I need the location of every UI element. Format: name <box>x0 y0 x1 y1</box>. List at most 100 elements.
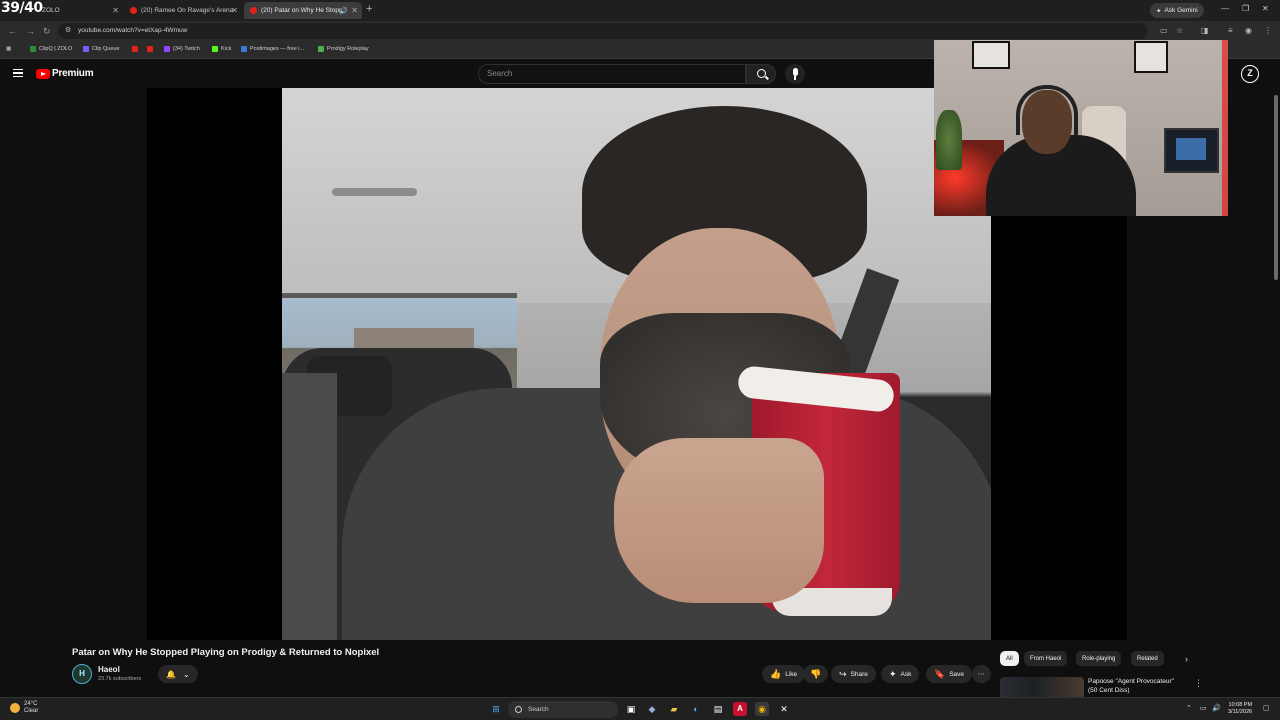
search-button[interactable] <box>746 64 776 84</box>
menu-icon[interactable]: ⋮ <box>1264 26 1272 35</box>
more-vertical-icon[interactable]: ⋮ <box>1194 678 1203 689</box>
bookmark-star-icon[interactable]: ☆ <box>1176 26 1183 35</box>
bookmark-postimages[interactable]: Postimages — free i... <box>241 46 304 52</box>
task-view-icon[interactable]: ▣ <box>624 702 638 716</box>
recommended-thumbnail[interactable] <box>1000 677 1084 697</box>
new-tab-icon[interactable]: + <box>366 3 372 15</box>
forward-icon[interactable]: → <box>26 26 35 36</box>
wall-art-frame <box>1134 41 1168 73</box>
chevron-up-icon[interactable]: ⌃ <box>1186 704 1192 712</box>
weather-widget[interactable]: 24°C Clear <box>10 701 38 715</box>
bookmark-prodigy[interactable]: Prodigy Roleplay <box>318 46 369 52</box>
subscriber-count: 23.7k subscribers <box>98 676 142 682</box>
save-label: Save <box>949 670 965 678</box>
recommended-title[interactable]: Papoose "Agent Provocateur" (50 Cent Dis… <box>1088 677 1183 695</box>
copilot-icon[interactable]: ◆ <box>645 702 659 716</box>
video-frame[interactable] <box>282 88 991 640</box>
back-icon[interactable]: ← <box>8 26 17 36</box>
youtube-favicon-icon <box>132 46 138 52</box>
close-window-icon[interactable]: ✕ <box>1262 4 1269 13</box>
bookmark-youtube-2[interactable] <box>147 46 156 52</box>
extensions-icon[interactable]: ≡ <box>1228 26 1233 35</box>
youtube-brand[interactable]: Premium <box>52 68 94 79</box>
sun-visor <box>332 188 417 196</box>
speaker-icon[interactable]: 🔊 <box>1212 704 1221 712</box>
windows-start-icon[interactable]: ⊞ <box>489 702 503 716</box>
page-scrollbar[interactable] <box>1274 95 1278 280</box>
share-button[interactable]: ↪ Share <box>831 665 876 683</box>
system-clock[interactable]: 10:08 PM 3/11/2026 <box>1228 702 1252 716</box>
bell-icon: 🔔 <box>166 669 177 679</box>
adobe-icon[interactable]: A <box>733 702 747 716</box>
clock-time: 10:08 PM <box>1228 702 1253 708</box>
more-actions-button[interactable]: ⋯ <box>972 665 991 683</box>
ask-gemini-button[interactable]: ✦ Ask Gemini <box>1150 3 1204 18</box>
bookmark-twitch[interactable]: (34) Twitch <box>164 46 200 52</box>
chrome-icon[interactable]: ◉ <box>755 702 769 716</box>
plant <box>936 110 962 170</box>
capcut-icon[interactable]: ✕ <box>777 702 791 716</box>
video-title: Patar on Why He Stopped Playing on Prodi… <box>72 647 380 658</box>
ask-button[interactable]: ✦ Ask <box>881 665 920 683</box>
weather-temp: 24°C <box>24 701 38 707</box>
bookmark-clipq[interactable]: ClipQ | ZOLO <box>30 46 72 52</box>
youtube-favicon-icon <box>250 7 257 14</box>
kick-icon <box>212 46 218 52</box>
sparkle-icon: ✦ <box>1156 7 1162 15</box>
maximize-icon[interactable]: ❐ <box>1242 4 1249 13</box>
close-icon[interactable]: ✕ <box>112 6 119 15</box>
network-icon[interactable]: ▭ <box>1200 704 1207 712</box>
bookmark-label: ClipQ | ZOLO <box>39 46 73 52</box>
bookmark-icon: 🔖 <box>934 668 946 679</box>
bookmark-kick[interactable]: Kick <box>212 46 231 52</box>
cast-icon[interactable]: ▭ <box>1160 26 1168 35</box>
taskbar-search[interactable]: Search <box>508 701 618 718</box>
bookmark-label: Kick <box>221 46 232 52</box>
bookmark-label: Clip Queue <box>92 46 120 52</box>
chip-related[interactable]: Related <box>1131 651 1164 666</box>
channel-name[interactable]: Haeol <box>98 665 120 674</box>
leaf-icon <box>318 46 324 52</box>
hamburger-menu-icon[interactable] <box>13 69 23 77</box>
bookmark-clip-queue[interactable]: Clip Queue <box>83 46 120 52</box>
store-icon[interactable]: ▤ <box>711 702 725 716</box>
tab-ramee[interactable]: (20) Ramee On Ravage's Arena ✕ <box>124 2 242 19</box>
close-icon[interactable]: ✕ <box>351 6 358 15</box>
apps-icon[interactable]: ▦ <box>6 46 11 52</box>
search-input[interactable]: Search <box>478 64 746 84</box>
chip-all[interactable]: All <box>1000 651 1019 666</box>
weather-desc: Clear <box>24 708 39 714</box>
bookmark-youtube-1[interactable] <box>132 46 141 52</box>
chevron-right-icon[interactable]: › <box>1185 654 1188 664</box>
minimize-icon[interactable]: — <box>1221 4 1229 13</box>
bookmark-favicon-icon <box>83 46 89 52</box>
chip-role-playing[interactable]: Role-playing <box>1076 651 1122 666</box>
reload-icon[interactable]: ↻ <box>43 26 51 37</box>
omnibox[interactable] <box>58 23 1148 39</box>
youtube-logo-icon[interactable] <box>36 69 50 79</box>
edge-icon[interactable]: ◐ <box>689 702 703 716</box>
notification-bell-button[interactable]: 🔔 ⌄ <box>158 665 198 683</box>
close-icon[interactable]: ✕ <box>231 6 238 15</box>
profile-icon[interactable]: ◉ <box>1245 26 1252 35</box>
file-explorer-icon[interactable]: ▰ <box>667 702 681 716</box>
account-avatar[interactable]: Z <box>1241 65 1259 83</box>
windows-taskbar: 24°C Clear ⊞ Search ▣ ◆ ▰ ◐ ▤ A ◉ ✕ ⌃ ▭ … <box>0 697 1280 720</box>
ask-gemini-label: Ask Gemini <box>1164 7 1198 14</box>
speaker-icon[interactable]: 🔊 <box>339 7 348 15</box>
sidebar-icon[interactable]: ◨ <box>1201 26 1209 35</box>
tab-patar[interactable]: (20) Patar on Why He Stopp 🔊 ✕ <box>244 2 362 19</box>
bookmark-label: (34) Twitch <box>173 46 200 52</box>
webcam-overlay <box>934 40 1228 216</box>
notification-icon[interactable]: ▢ <box>1263 704 1270 712</box>
save-button[interactable]: 🔖 Save <box>926 665 973 683</box>
tab-label: ZOLO <box>42 7 60 14</box>
url-text[interactable]: youtube.com/watch?v=etXap-4Wmuw <box>78 27 187 34</box>
site-info-icon[interactable]: ⚙ <box>65 26 71 34</box>
bookmark-favicon-icon <box>30 46 36 52</box>
microphone-icon[interactable] <box>785 64 805 84</box>
channel-avatar[interactable]: H <box>72 664 92 684</box>
like-button[interactable]: 👍 Like <box>762 665 806 683</box>
chip-from-channel[interactable]: From Haeol <box>1024 651 1068 666</box>
dislike-button[interactable]: 👎 <box>803 665 829 683</box>
